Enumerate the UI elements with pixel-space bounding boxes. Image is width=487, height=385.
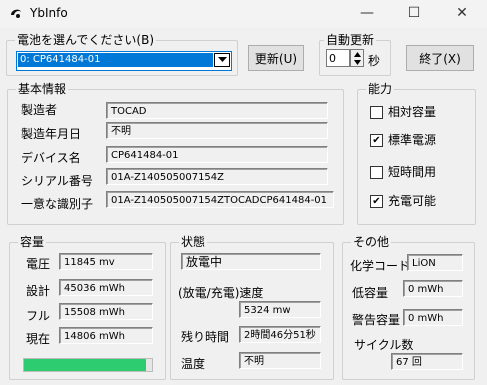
short-term-label: 短時間用: [388, 165, 437, 179]
warning-capacity-label: 警告容量: [352, 313, 401, 327]
voltage-label: 電圧: [26, 257, 51, 271]
state-title: 状態: [179, 235, 208, 249]
current-capacity-value: 14806 mWh: [59, 327, 153, 344]
capacity-title: 容量: [18, 235, 47, 249]
low-capacity-value: 0 mWh: [403, 280, 463, 297]
short-term-checkbox[interactable]: [370, 166, 383, 179]
serial-number-label: シリアル番号: [21, 174, 93, 188]
check-mark-icon: ✔: [372, 135, 381, 146]
status-value: 放電中: [181, 253, 321, 270]
auto-update-input[interactable]: 0: [326, 49, 350, 67]
maker-label: 製造者: [21, 103, 58, 117]
relative-capacity-checkbox[interactable]: [370, 106, 383, 119]
spin-down-icon[interactable]: [354, 60, 361, 65]
spin-up-icon[interactable]: [354, 52, 361, 57]
battery-dropdown-value: 0: CP641484-01: [18, 53, 213, 67]
unique-id-label: 一意な識別子: [21, 197, 94, 211]
manufacture-date-value: 不明: [106, 122, 328, 139]
capability-title: 能力: [366, 82, 395, 96]
minimize-button[interactable]: —: [345, 0, 389, 26]
design-capacity-value: 45036 mWh: [59, 279, 153, 296]
full-capacity-label: フル: [26, 309, 51, 323]
rate-label: (放電/充電)速度: [178, 286, 264, 300]
rate-value: 5324 mw: [239, 301, 321, 318]
device-name-label: デバイス名: [21, 151, 81, 165]
battery-dropdown[interactable]: 0: CP641484-01: [16, 51, 232, 71]
charge-progress-bar: [23, 358, 153, 372]
temperature-value: 不明: [239, 352, 321, 369]
other-title: その他: [351, 235, 392, 249]
auto-update-spinner[interactable]: [350, 49, 364, 67]
device-name-value: CP641484-01: [106, 146, 328, 163]
remaining-time-label: 残り時間: [181, 330, 230, 344]
relative-capacity-label: 相対容量: [388, 105, 437, 119]
cycle-count-label: サイクル数: [354, 338, 414, 352]
manufacture-date-label: 製造年月日: [21, 127, 82, 141]
chemistry-value: LiON: [407, 254, 463, 271]
window-title: YbInfo: [30, 6, 68, 20]
remaining-time-value: 2時間46分51秒: [239, 326, 321, 343]
maximize-button[interactable]: ☐: [392, 0, 436, 26]
close-button[interactable]: ✕: [440, 0, 484, 26]
rechargeable-checkbox[interactable]: ✔: [370, 195, 383, 208]
unique-id-value: 01A-Z140505007154ZTOCADCP641484-01: [106, 191, 334, 208]
app-logo-icon: [11, 9, 21, 18]
voltage-value: 11845 mv: [59, 253, 153, 270]
low-capacity-label: 低容量: [352, 286, 389, 300]
design-capacity-label: 設計: [26, 284, 51, 298]
auto-update-unit: 秒: [368, 54, 381, 68]
rechargeable-label: 充電可能: [388, 194, 437, 208]
check-mark-icon: ✔: [372, 196, 381, 207]
standard-power-checkbox[interactable]: ✔: [370, 134, 383, 147]
basic-info-title: 基本情報: [16, 82, 69, 96]
title-bar: YbInfo — ☐ ✕: [0, 0, 487, 28]
standard-power-label: 標準電源: [388, 133, 437, 147]
cycle-count-value: 67 回: [391, 353, 463, 370]
maker-value: TOCAD: [106, 102, 328, 119]
temperature-label: 温度: [181, 357, 206, 371]
current-capacity-label: 現在: [26, 332, 51, 346]
auto-update-label: 自動更新: [324, 33, 377, 47]
battery-select-label: 電池を選んでください(B): [15, 33, 156, 47]
chevron-down-icon[interactable]: [214, 53, 230, 67]
charge-progress-fill: [24, 359, 146, 371]
serial-number-value: 01A-Z140505007154Z: [106, 168, 328, 185]
warning-capacity-value: 0 mWh: [403, 309, 463, 326]
update-button[interactable]: 更新(U): [248, 45, 304, 71]
chemistry-label: 化学コード: [350, 259, 411, 273]
exit-button[interactable]: 終了(X): [406, 45, 474, 71]
full-capacity-value: 15508 mWh: [59, 303, 153, 320]
